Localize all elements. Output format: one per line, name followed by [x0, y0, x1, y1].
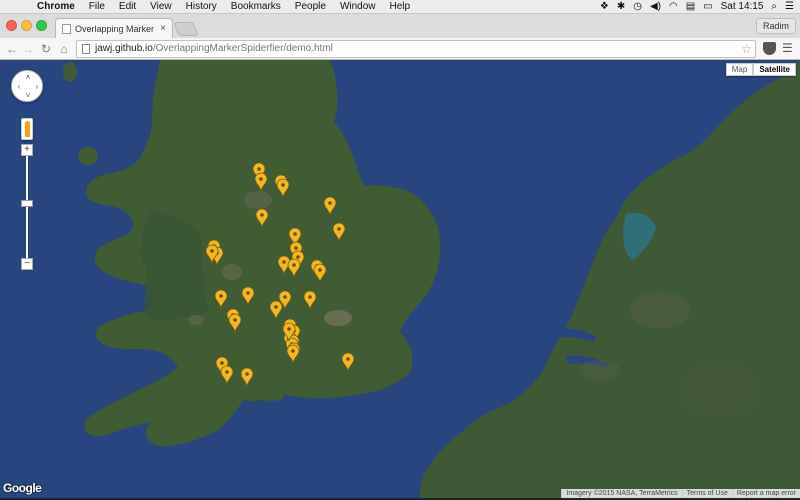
- back-arrow-icon[interactable]: ←: [4, 41, 20, 57]
- map-attribution: Imagery ©2015 NASA, TerraMetrics Terms o…: [561, 489, 800, 498]
- map-marker-pin-icon[interactable]: [287, 258, 301, 278]
- tab-close-icon[interactable]: ×: [160, 23, 166, 34]
- zoom-out-button[interactable]: −: [21, 258, 33, 270]
- map-marker-pin-icon[interactable]: [282, 322, 296, 342]
- address-bar[interactable]: jawj.github.io/OverlappingMarkerSpiderfi…: [76, 40, 756, 58]
- map-marker-pin-icon[interactable]: [341, 352, 355, 372]
- map-marker-pin-icon[interactable]: [254, 172, 268, 192]
- tab-strip: Overlapping Marker Spide × Radim: [0, 14, 800, 38]
- zoom-slider-thumb[interactable]: [21, 200, 33, 208]
- window-close-button[interactable]: [6, 20, 17, 31]
- forward-arrow-icon[interactable]: →: [20, 41, 36, 57]
- map-marker-pin-icon[interactable]: [332, 222, 346, 242]
- clock[interactable]: Sat 14:15: [721, 0, 764, 14]
- chrome-menu-icon[interactable]: ☰: [782, 41, 793, 55]
- menu-people[interactable]: People: [288, 0, 333, 14]
- menu-view[interactable]: View: [143, 0, 179, 14]
- menu-help[interactable]: Help: [383, 0, 418, 14]
- menu-edit[interactable]: Edit: [112, 0, 143, 14]
- tab-active[interactable]: Overlapping Marker Spide ×: [55, 18, 173, 38]
- map-canvas[interactable]: Map Satellite ˄ ˅ ‹ › + − Google Imagery…: [0, 60, 800, 498]
- bluetooth-icon[interactable]: ✱: [617, 0, 625, 14]
- street-view-pegman-icon[interactable]: [21, 118, 33, 140]
- battery-icon[interactable]: ▭: [703, 0, 712, 14]
- imagery-credit: Imagery ©2015 NASA, TerraMetrics: [561, 489, 682, 498]
- pocket-extension-icon[interactable]: [763, 42, 776, 55]
- pan-down-icon[interactable]: ˅: [24, 92, 32, 100]
- page-favicon-icon: [62, 23, 71, 34]
- satellite-imagery: [0, 60, 800, 498]
- macos-menubar: Chrome File Edit View History Bookmarks …: [0, 0, 800, 14]
- zoom-control: + −: [19, 144, 35, 270]
- map-marker-pin-icon[interactable]: [240, 367, 254, 387]
- bookmark-star-icon[interactable]: ☆: [741, 41, 752, 57]
- pan-up-icon[interactable]: ˄: [24, 74, 32, 82]
- wifi-icon[interactable]: ◠: [669, 0, 678, 14]
- map-marker-pin-icon[interactable]: [286, 344, 300, 364]
- spotlight-icon[interactable]: ⌕: [771, 0, 777, 14]
- pan-control[interactable]: ˄ ˅ ‹ ›: [11, 70, 43, 102]
- report-map-error-link[interactable]: Report a map error: [731, 489, 800, 498]
- menubar-status-area: ❖ ✱ ◷ ◀) ◠ ▤ ▭ Sat 14:15 ⌕ ☰: [600, 0, 794, 14]
- menu-file[interactable]: File: [82, 0, 112, 14]
- google-logo[interactable]: Google: [3, 481, 42, 495]
- page-info-icon[interactable]: [82, 44, 90, 54]
- map-type-map-button[interactable]: Map: [725, 63, 754, 76]
- map-marker-pin-icon[interactable]: [313, 263, 327, 283]
- menu-app-chrome[interactable]: Chrome: [30, 0, 82, 14]
- pan-right-icon[interactable]: ›: [33, 83, 41, 91]
- browser-toolbar: ← → ↻ ⌂ jawj.github.io/OverlappingMarker…: [0, 38, 800, 60]
- map-marker-pin-icon[interactable]: [269, 300, 283, 320]
- pan-left-icon[interactable]: ‹: [15, 83, 23, 91]
- home-icon[interactable]: ⌂: [56, 41, 72, 57]
- dropbox-icon[interactable]: ❖: [600, 0, 609, 14]
- map-marker-pin-icon[interactable]: [276, 178, 290, 198]
- menu-window[interactable]: Window: [333, 0, 383, 14]
- map-marker-pin-icon[interactable]: [205, 244, 219, 264]
- map-marker-pin-icon[interactable]: [255, 208, 269, 228]
- tab-title: Overlapping Marker Spide: [75, 23, 156, 34]
- menu-history[interactable]: History: [179, 0, 224, 14]
- menu-bookmarks[interactable]: Bookmarks: [224, 0, 288, 14]
- map-type-satellite-button[interactable]: Satellite: [753, 63, 796, 76]
- profile-button[interactable]: Radim: [755, 18, 796, 34]
- map-marker-pin-icon[interactable]: [241, 286, 255, 306]
- zoom-in-button[interactable]: +: [21, 144, 33, 156]
- map-marker-pin-icon[interactable]: [214, 289, 228, 309]
- url-path: /OverlappingMarkerSpiderfier/demo.html: [152, 43, 333, 54]
- volume-icon[interactable]: ◀): [650, 0, 661, 14]
- url-host: jawj.github.io: [95, 43, 153, 54]
- flag-icon[interactable]: ▤: [686, 0, 695, 14]
- reload-icon[interactable]: ↻: [38, 41, 54, 57]
- window-minimize-button[interactable]: [21, 20, 32, 31]
- map-type-control: Map Satellite: [725, 63, 796, 76]
- map-marker-pin-icon[interactable]: [220, 365, 234, 385]
- map-marker-pin-icon[interactable]: [323, 196, 337, 216]
- window-maximize-button[interactable]: [36, 20, 47, 31]
- map-marker-pin-icon[interactable]: [303, 290, 317, 310]
- map-marker-pin-icon[interactable]: [228, 313, 242, 333]
- terms-of-use-link[interactable]: Terms of Use: [681, 489, 732, 498]
- time-machine-icon[interactable]: ◷: [633, 0, 642, 14]
- notification-center-icon[interactable]: ☰: [785, 0, 794, 14]
- new-tab-button[interactable]: [173, 22, 199, 36]
